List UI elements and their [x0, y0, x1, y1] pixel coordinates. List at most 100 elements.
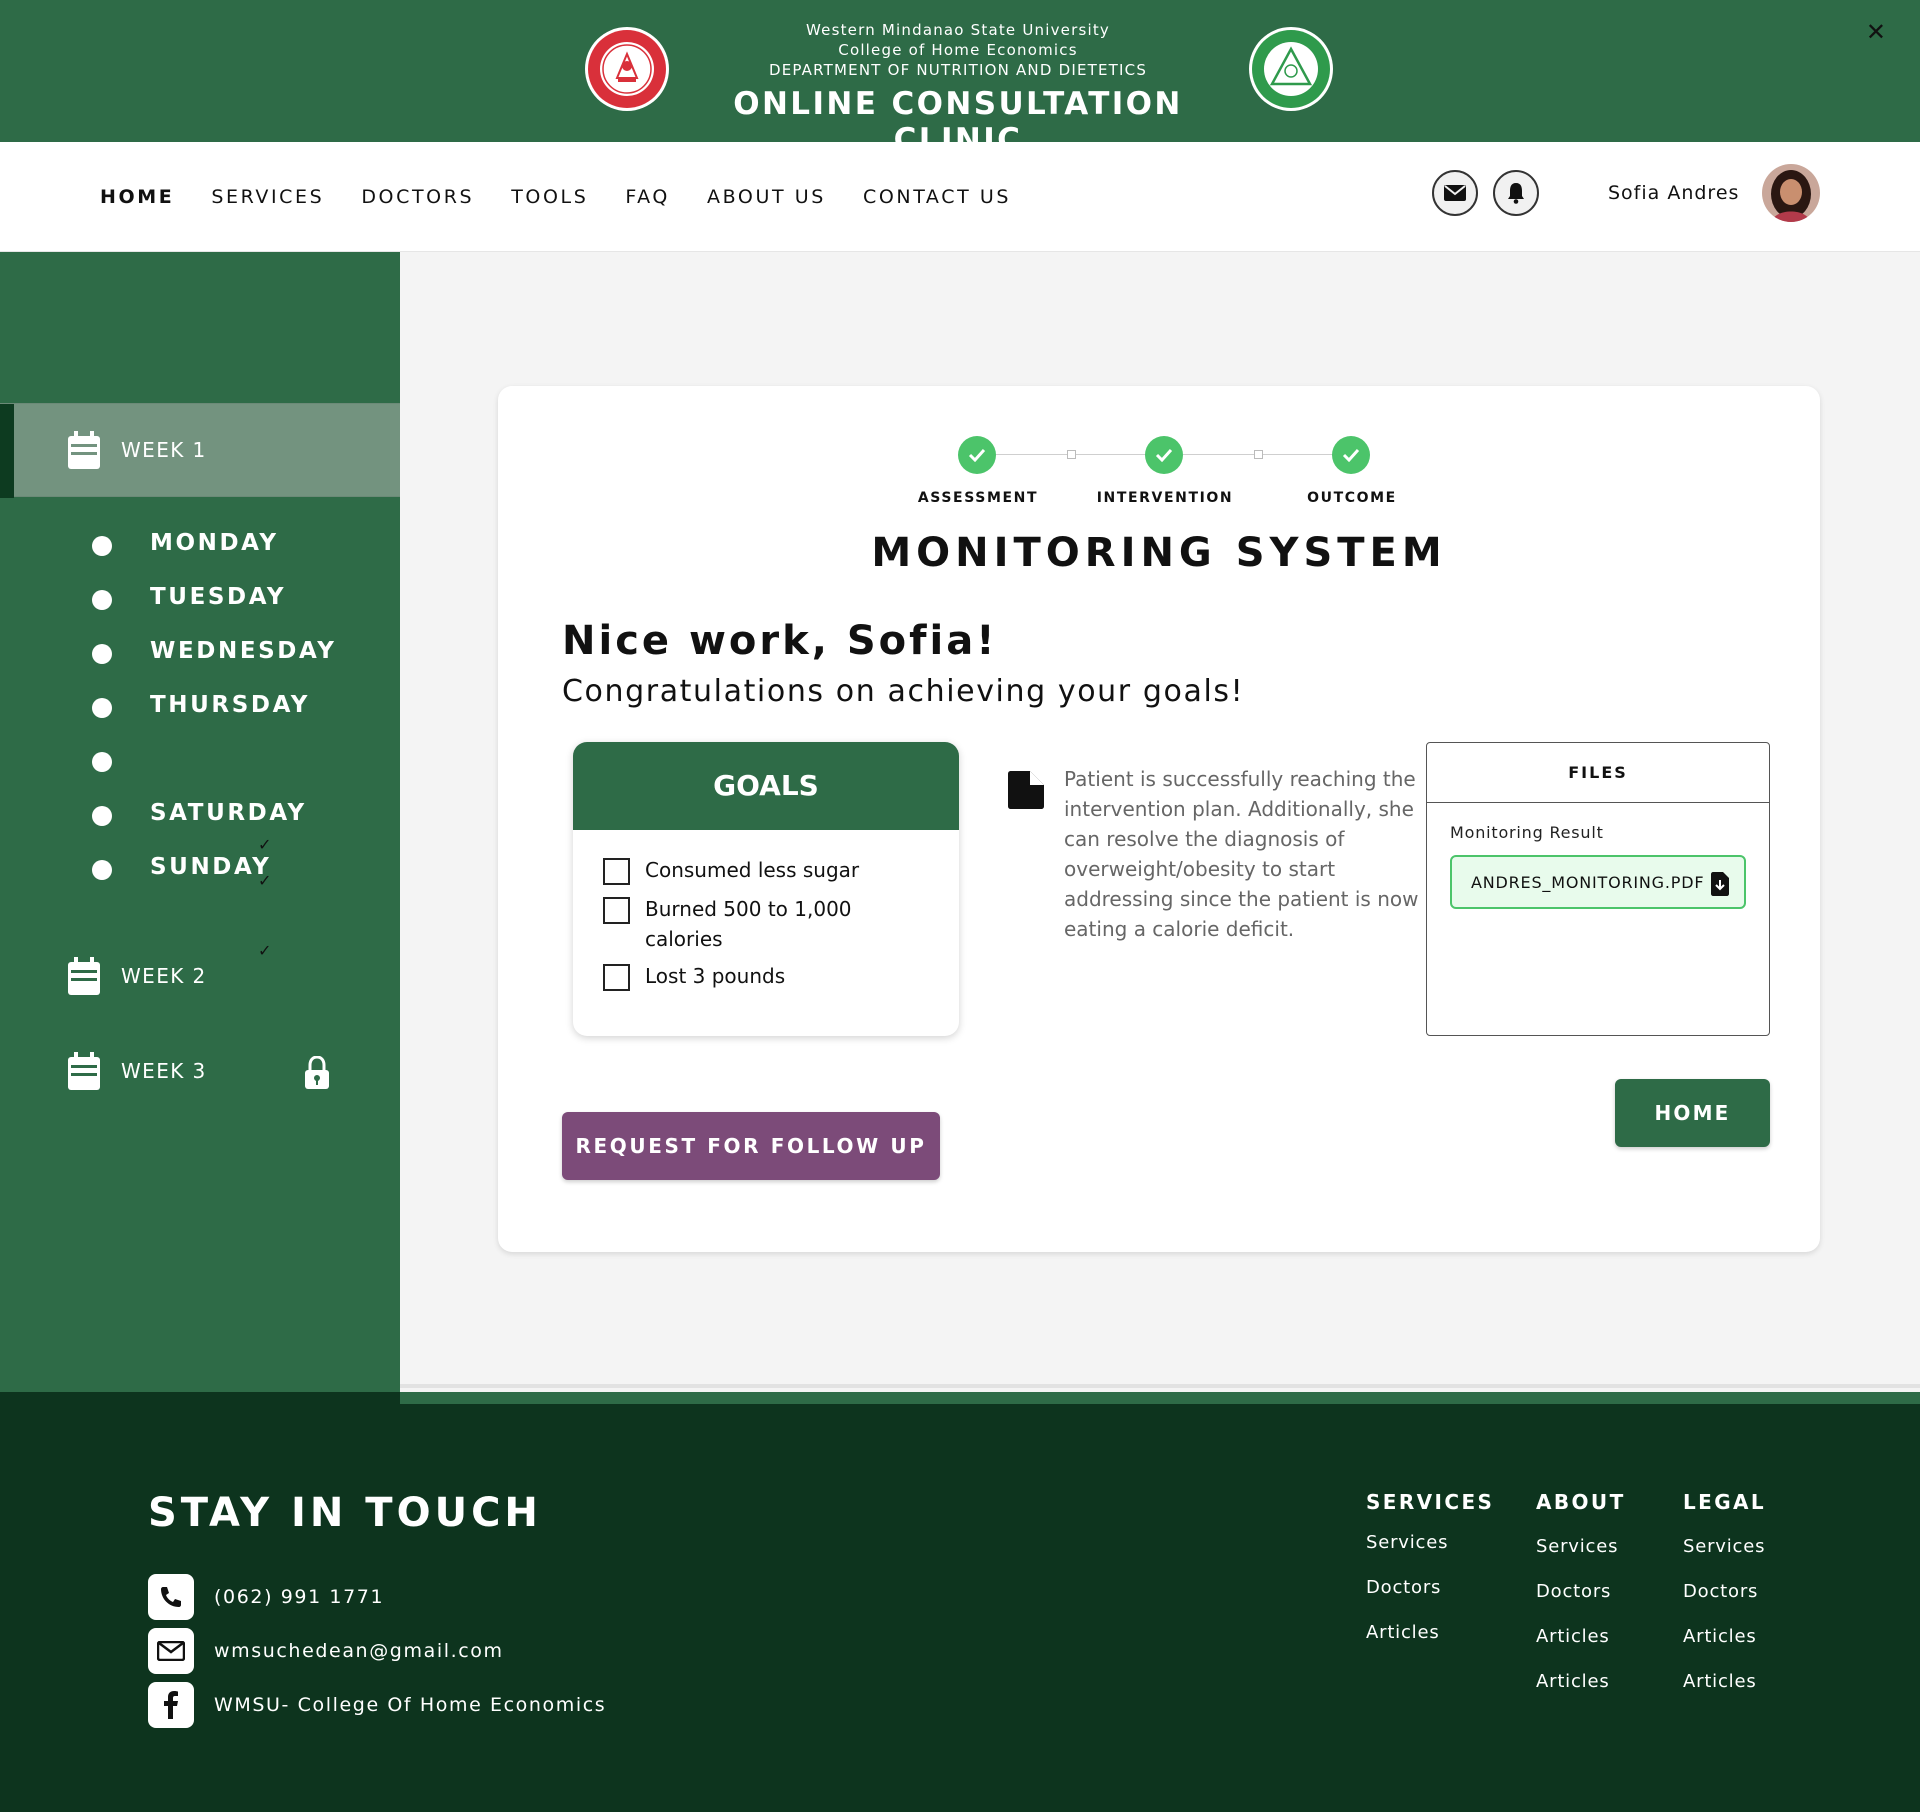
goal-checkbox[interactable] [603, 897, 630, 924]
sidebar-week-3[interactable]: WEEK 3 [0, 1024, 400, 1118]
footer-link[interactable]: Articles [1683, 1626, 1757, 1647]
footer-link[interactable]: Doctors [1683, 1581, 1758, 1602]
week-label: WEEK 3 [121, 1059, 207, 1083]
nav-tools[interactable]: TOOLS [511, 186, 588, 208]
step-label-assessment: ASSESSMENT [917, 490, 1039, 506]
goals-title: GOALS [573, 742, 959, 830]
footer-title: STAY IN TOUCH [148, 1490, 542, 1536]
sidebar-day-tuesday[interactable]: TUESDAY [0, 580, 400, 620]
goals-card: GOALS Consumed less sugar Burned 500 to … [573, 742, 959, 1036]
footer-link[interactable]: Doctors [1366, 1577, 1441, 1598]
step-label-intervention: INTERVENTION [1096, 490, 1234, 506]
footer-about-title: ABOUT [1536, 1490, 1626, 1514]
goal-checkbox[interactable] [603, 858, 630, 885]
sidebar-day-friday[interactable] [0, 742, 400, 782]
user-name[interactable]: Sofia Andres [1608, 182, 1739, 204]
nav-contact-us[interactable]: CONTACT US [863, 186, 1011, 208]
footer-link[interactable]: Services [1683, 1536, 1765, 1557]
stepper-node [1067, 450, 1076, 459]
sidebar-week-2[interactable]: WEEK 2 [0, 929, 400, 1023]
nav-links: HOME SERVICES DOCTORS TOOLS FAQ ABOUT US… [100, 186, 1048, 208]
bell-icon[interactable] [1493, 170, 1539, 216]
home-button[interactable]: HOME [1615, 1079, 1770, 1147]
day-dot [92, 644, 112, 664]
lock-icon [305, 1056, 329, 1089]
footer-link[interactable]: Services [1366, 1532, 1448, 1553]
file-download-chip[interactable]: ANDRES_MONITORING.PDF [1450, 855, 1746, 909]
day-dot [92, 590, 112, 610]
sidebar-day-wednesday[interactable]: WEDNESDAY [0, 634, 400, 674]
goal-checkbox[interactable] [603, 964, 630, 991]
mail-icon [148, 1628, 194, 1674]
university-name: Western Mindanao State University [806, 21, 1110, 39]
email-address: wmsuchedean@gmail.com [214, 1640, 504, 1662]
contact-phone[interactable]: (062) 991 1771 [148, 1574, 384, 1620]
facebook-page: WMSU- College Of Home Economics [214, 1694, 607, 1716]
week-label: WEEK 2 [121, 964, 207, 988]
calendar-icon [68, 957, 100, 995]
day-label: SUNDAY [150, 854, 272, 880]
sidebar-day-saturday[interactable]: SATURDAY [0, 796, 400, 836]
calendar-icon [68, 1052, 100, 1090]
nav-services[interactable]: SERVICES [211, 186, 324, 208]
top-banner: Western Mindanao State University Colleg… [0, 0, 1920, 158]
close-icon[interactable]: ✕ [1866, 18, 1886, 46]
wmsu-seal-icon [584, 26, 670, 112]
footer-accent-line [400, 1392, 1920, 1404]
goal-item: Lost 3 pounds [603, 964, 925, 991]
footer-link[interactable]: Articles [1536, 1671, 1610, 1692]
footer-services-title: SERVICES [1366, 1490, 1495, 1514]
contact-email[interactable]: wmsuchedean@gmail.com [148, 1628, 504, 1674]
goal-text: Lost 3 pounds [645, 964, 786, 988]
phone-number: (062) 991 1771 [214, 1586, 385, 1608]
step-assessment-check-icon [958, 436, 996, 474]
week-sidebar: WEEK 1 MONDAY TUESDAY WEDNESDAY THURSDAY… [0, 252, 400, 1404]
sidebar-week-1[interactable]: WEEK 1 [0, 403, 400, 498]
file-download-icon[interactable] [1710, 872, 1730, 896]
footer-legal-title: LEGAL [1683, 1490, 1767, 1514]
mail-icon[interactable] [1432, 170, 1478, 216]
day-label: THURSDAY [150, 692, 311, 718]
nav-faq[interactable]: FAQ [625, 186, 670, 208]
nav-doctors[interactable]: DOCTORS [361, 186, 474, 208]
day-label: TUESDAY [150, 584, 287, 610]
page-title: MONITORING SYSTEM [871, 530, 1447, 576]
day-dot [92, 752, 112, 772]
sidebar-day-sunday[interactable]: SUNDAY [0, 850, 400, 890]
document-icon [1008, 771, 1044, 809]
day-dot [92, 536, 112, 556]
nav-about-us[interactable]: ABOUT US [707, 186, 826, 208]
files-caption: Monitoring Result [1450, 823, 1604, 842]
greeting-subtitle: Congratulations on achieving your goals! [562, 674, 1245, 709]
footer-link[interactable]: Articles [1366, 1622, 1440, 1643]
step-intervention-check-icon [1145, 436, 1183, 474]
avatar[interactable] [1762, 164, 1820, 222]
calendar-icon [68, 431, 100, 469]
files-panel: FILES Monitoring Result ANDRES_MONITORIN… [1426, 742, 1770, 1036]
college-name: College of Home Economics [838, 41, 1078, 59]
facebook-icon [148, 1682, 194, 1728]
request-follow-up-button[interactable]: REQUEST FOR FOLLOW UP [562, 1112, 940, 1180]
content-divider [400, 1384, 1920, 1388]
banner-heading: Western Mindanao State University Colleg… [680, 20, 1236, 158]
sidebar-day-monday[interactable]: MONDAY [0, 526, 400, 566]
sidebar-day-thursday[interactable]: THURSDAY [0, 688, 400, 728]
department-name: DEPARTMENT OF NUTRITION AND DIETETICS [768, 61, 1148, 79]
greeting-heading: Nice work, Sofia! [562, 618, 998, 664]
footer-link[interactable]: Articles [1683, 1671, 1757, 1692]
footer-link[interactable]: Doctors [1536, 1581, 1611, 1602]
intervention-note: Patient is successfully reaching the int… [1064, 767, 1419, 941]
footer-link[interactable]: Services [1536, 1536, 1618, 1557]
nav-home[interactable]: HOME [100, 186, 174, 208]
main-navbar: HOME SERVICES DOCTORS TOOLS FAQ ABOUT US… [0, 142, 1920, 252]
goal-item: Burned 500 to 1,000 calories [603, 897, 925, 954]
day-label: WEDNESDAY [150, 638, 337, 664]
phone-icon [148, 1574, 194, 1620]
goal-text: Burned 500 to 1,000 calories [645, 897, 852, 951]
contact-facebook[interactable]: WMSU- College Of Home Economics [148, 1682, 606, 1728]
footer-link[interactable]: Articles [1536, 1626, 1610, 1647]
goal-item: Consumed less sugar [603, 858, 925, 885]
week-label: WEEK 1 [121, 438, 207, 462]
day-dot [92, 698, 112, 718]
check-icon: ✓ [258, 835, 272, 854]
